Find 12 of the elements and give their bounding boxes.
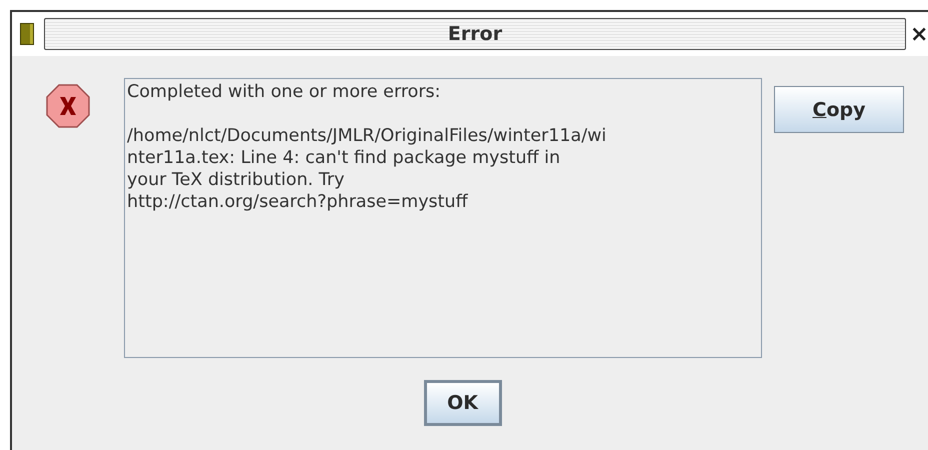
message-line: nter11a.tex: Line 4: can't find package mystuff in: [127, 147, 562, 169]
copy-button[interactable]: Copy: [774, 86, 904, 133]
close-button[interactable]: ×: [910, 22, 928, 46]
message-text-area[interactable]: [124, 78, 762, 358]
message-line: Completed with one or more errors:: [127, 81, 442, 103]
message-line: /home/nlct/Documents/JMLR/OriginalFiles/winter11a/wi: [127, 125, 608, 147]
message-line: http://ctan.org/search?phrase=mystuff: [127, 191, 469, 213]
message-line: your TeX distribution. Try: [127, 169, 346, 191]
book-icon: [20, 23, 34, 45]
error-icon: [46, 84, 90, 128]
window-title: Error: [448, 23, 502, 45]
ok-button[interactable]: OK: [424, 380, 502, 426]
